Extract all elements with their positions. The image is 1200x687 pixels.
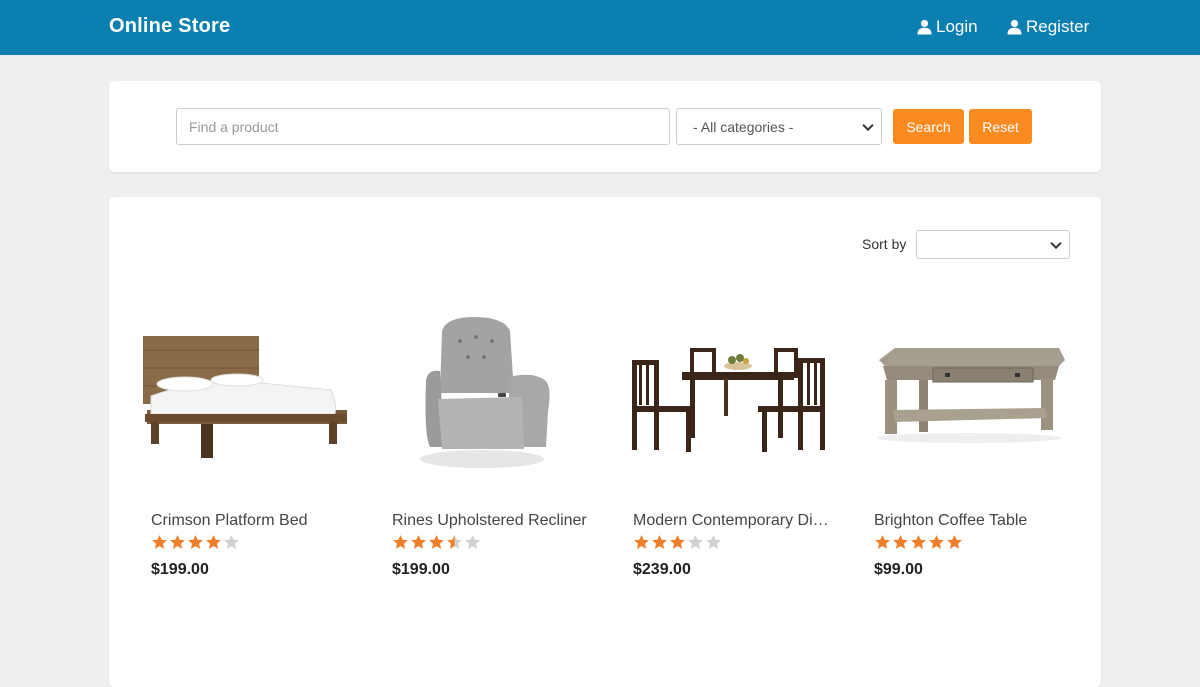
- star-icon: [152, 535, 167, 549]
- top-navbar: Online Store Login Register: [0, 0, 1200, 55]
- product-price: $239.00: [633, 561, 691, 578]
- product-price: $199.00: [151, 561, 209, 578]
- product-name[interactable]: Modern Contemporary Dining Set: [633, 512, 833, 530]
- product-name[interactable]: Rines Upholstered Recliner: [392, 512, 592, 530]
- category-select[interactable]: - All categories -: [676, 108, 882, 145]
- product-name[interactable]: Crimson Platform Bed: [151, 512, 351, 530]
- star-icon: [634, 535, 649, 549]
- user-icon: [1007, 19, 1022, 35]
- search-panel: - All categories - Search Reset: [109, 81, 1101, 172]
- star-icon: [465, 535, 480, 549]
- login-link[interactable]: Login: [917, 17, 978, 37]
- star-icon: [670, 535, 685, 549]
- register-label: Register: [1026, 17, 1090, 36]
- rating-stars: [633, 534, 722, 551]
- product-card[interactable]: Modern Contemporary Dining Set $239.00: [623, 302, 833, 592]
- user-icon: [917, 19, 932, 35]
- star-icon: [206, 535, 221, 549]
- product-image-recliner[interactable]: [382, 302, 592, 487]
- star-icon: [911, 535, 926, 549]
- product-price: $199.00: [392, 561, 450, 578]
- star-icon: [429, 535, 444, 549]
- search-input[interactable]: [176, 108, 670, 145]
- product-name[interactable]: Brighton Coffee Table: [874, 512, 1074, 530]
- brand-logo[interactable]: Online Store: [109, 15, 230, 38]
- star-icon: [188, 535, 203, 549]
- star-icon: [875, 535, 890, 549]
- product-card[interactable]: Rines Upholstered Recliner $199.00: [382, 302, 592, 592]
- rating-stars: [151, 534, 240, 551]
- star-icon: [652, 535, 667, 549]
- star-icon: [224, 535, 239, 549]
- star-icon: [706, 535, 721, 549]
- sort-label: Sort by: [862, 236, 907, 252]
- star-icon: [688, 535, 703, 549]
- chevron-down-icon: [862, 119, 874, 131]
- star-icon: [447, 535, 462, 549]
- reset-button[interactable]: Reset: [969, 109, 1032, 144]
- register-link[interactable]: Register: [1007, 17, 1089, 37]
- product-image-dining-set[interactable]: [623, 302, 833, 487]
- sort-select[interactable]: [916, 230, 1070, 259]
- star-icon: [170, 535, 185, 549]
- chevron-down-icon: [1050, 237, 1062, 249]
- product-price: $99.00: [874, 561, 923, 578]
- star-icon: [929, 535, 944, 549]
- category-selected-value: - All categories -: [693, 118, 794, 135]
- login-label: Login: [936, 17, 978, 36]
- search-button[interactable]: Search: [893, 109, 964, 144]
- product-list-panel: Sort by Crimson Platform Bed $199.00 Rin…: [109, 197, 1101, 687]
- product-image-coffee-table[interactable]: [864, 302, 1074, 487]
- product-image-bed[interactable]: [141, 302, 351, 487]
- star-icon: [393, 535, 408, 549]
- star-icon: [947, 535, 962, 549]
- product-card[interactable]: Crimson Platform Bed $199.00: [141, 302, 351, 592]
- star-icon: [411, 535, 426, 549]
- star-icon: [893, 535, 908, 549]
- rating-stars: [874, 534, 963, 551]
- rating-stars: [392, 534, 481, 551]
- product-card[interactable]: Brighton Coffee Table $99.00: [864, 302, 1074, 592]
